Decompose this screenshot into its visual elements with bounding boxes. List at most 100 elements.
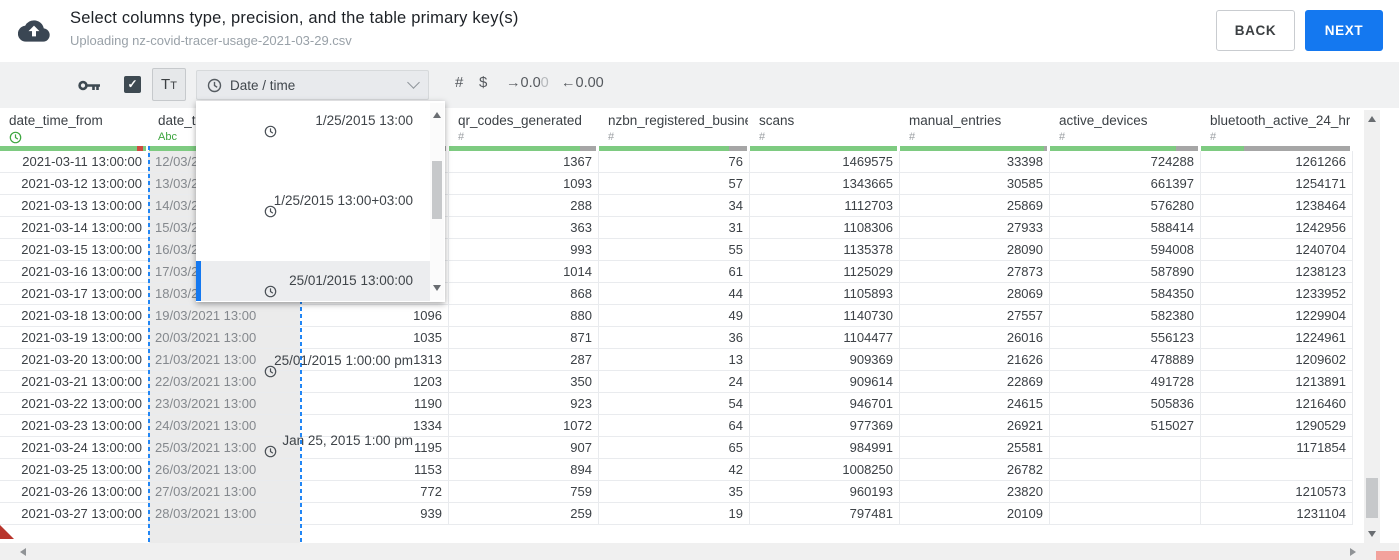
table-cell: 49 [599, 305, 750, 327]
scroll-down-icon[interactable] [433, 285, 441, 291]
increase-precision-button[interactable]: ←0.00 [561, 75, 604, 91]
primary-key-icon[interactable] [78, 79, 101, 92]
table-cell: 2021-03-24 13:00:00 [0, 437, 149, 459]
table-cell: 2021-03-26 13:00:00 [0, 481, 149, 503]
number-type-glyph: # [458, 131, 465, 143]
table-cell: 491728 [1050, 371, 1201, 393]
table-cell: 1112703 [750, 195, 900, 217]
table-cell: 55 [599, 239, 750, 261]
number-type-button[interactable]: # [455, 74, 463, 91]
column-type-select[interactable]: Date / time [196, 70, 429, 100]
text-type-button[interactable]: TT [152, 68, 186, 101]
table-cell: 363 [449, 217, 599, 239]
column-header-nzbn_registered_busine[interactable]: nzbn_registered_busine # [599, 108, 750, 146]
table-cell: 1216460 [1201, 393, 1353, 415]
table-cell: 2021-03-18 13:00:00 [0, 305, 149, 327]
table-cell: 909369 [750, 349, 900, 371]
table-cell: 24615 [900, 393, 1050, 415]
table-cell: 23820 [900, 481, 1050, 503]
table-cell: 26016 [900, 327, 1050, 349]
column-header-manual_entries[interactable]: manual_entries # [900, 108, 1050, 146]
format-option[interactable]: 1/25/2015 13:00+03:00 [196, 181, 430, 221]
column-header-scans[interactable]: scans # [750, 108, 900, 146]
column-header-qr_codes_generated[interactable]: qr_codes_generated # [449, 108, 599, 146]
table-cell: 1261266 [1201, 151, 1353, 173]
table-cell: 1096 [300, 305, 449, 327]
table-cell: 2021-03-27 13:00:00 [0, 503, 149, 525]
upload-status-subtitle: Uploading nz-covid-tracer-usage-2021-03-… [70, 33, 352, 48]
decrease-precision-button[interactable]: →0.00 [506, 75, 549, 91]
horizontal-scrollbar[interactable] [0, 543, 1399, 560]
table-cell: 505836 [1050, 393, 1201, 415]
clock-icon [207, 78, 222, 92]
table-cell: 2021-03-23 13:00:00 [0, 415, 149, 437]
column-name: qr_codes_generated [458, 113, 582, 128]
format-option[interactable]: 1/25/2015 13:00 [196, 101, 430, 141]
table-cell: 1240704 [1201, 239, 1353, 261]
table-cell: 1093 [449, 173, 599, 195]
number-type-glyph: # [759, 131, 766, 143]
table-cell: 582380 [1050, 305, 1201, 327]
column-header-bluetooth_active_24_hr_[interactable]: bluetooth_active_24_hr_ # [1201, 108, 1353, 146]
table-cell: 28/03/2021 13:00 [149, 503, 300, 525]
table-cell: 868 [449, 283, 599, 305]
format-option-label: 25/01/2015 1:00:00 pm [274, 353, 413, 368]
column-header-active_devices[interactable]: active_devices # [1050, 108, 1201, 146]
table-cell: 1209602 [1201, 349, 1353, 371]
column-header-date_time_from[interactable]: date_time_from [0, 108, 149, 146]
vertical-scrollbar[interactable] [1364, 110, 1380, 543]
column-name: scans [759, 113, 795, 128]
format-option-label: 1/25/2015 13:00 [315, 113, 413, 128]
scroll-up-icon[interactable] [1368, 116, 1376, 122]
table-cell [1050, 503, 1201, 525]
table-cell: 27873 [900, 261, 1050, 283]
arrow-left-icon: ← [561, 75, 576, 91]
table-cell: 946701 [750, 393, 900, 415]
next-button[interactable]: NEXT [1305, 10, 1383, 51]
table-row: 2021-03-18 13:00:00 19/03/2021 13:00 1096 8… [0, 305, 1353, 327]
table-cell: 1254171 [1201, 173, 1353, 195]
table-cell: 1140730 [750, 305, 900, 327]
format-option[interactable]: 25/01/2015 13:00:00 [196, 261, 430, 301]
column-name: active_devices [1059, 113, 1148, 128]
table-cell: 923 [449, 393, 599, 415]
table-cell: 1135378 [750, 239, 900, 261]
scroll-right-icon[interactable] [1350, 548, 1356, 556]
back-button[interactable]: BACK [1216, 10, 1295, 51]
table-cell: 1229904 [1201, 305, 1353, 327]
table-cell: 288 [449, 195, 599, 217]
scroll-up-icon[interactable] [433, 112, 441, 118]
table-cell: 939 [300, 503, 449, 525]
page-title: Select columns type, precision, and the … [70, 9, 519, 27]
table-cell: 515027 [1050, 415, 1201, 437]
vertical-scrollbar-thumb[interactable] [1366, 478, 1378, 518]
table-cell [1050, 437, 1201, 459]
table-cell: 977369 [750, 415, 900, 437]
table-row: 2021-03-22 13:00:00 23/03/2021 13:00 1190 9… [0, 393, 1353, 415]
table-cell: 33398 [900, 151, 1050, 173]
table-cell: 2021-03-12 13:00:00 [0, 173, 149, 195]
include-column-checkbox[interactable]: ✓ [124, 76, 141, 93]
table-cell: 28069 [900, 283, 1050, 305]
scroll-down-icon[interactable] [1368, 531, 1376, 537]
table-cell: 1072 [449, 415, 599, 437]
table-cell: 880 [449, 305, 599, 327]
scroll-left-icon[interactable] [20, 548, 26, 556]
table-cell: 13 [599, 349, 750, 371]
table-cell: 1231104 [1201, 503, 1353, 525]
table-cell: 54 [599, 393, 750, 415]
format-option[interactable]: 25/01/2015 1:00:00 pm [196, 341, 430, 381]
table-cell: 772 [300, 481, 449, 503]
header-titles: Select columns type, precision, and the … [70, 9, 519, 48]
dropdown-scrollbar-thumb[interactable] [432, 161, 442, 219]
table-cell: 36 [599, 327, 750, 349]
table-cell: 1190 [300, 393, 449, 415]
currency-type-button[interactable]: $ [479, 74, 487, 91]
table-cell: 19 [599, 503, 750, 525]
dropdown-scrollbar[interactable] [430, 103, 444, 300]
table-cell: 30585 [900, 173, 1050, 195]
format-option[interactable]: Jan 25, 2015 1:00 pm [196, 421, 430, 461]
table-cell: 21626 [900, 349, 1050, 371]
table-cell: 64 [599, 415, 750, 437]
table-row: 2021-03-25 13:00:00 26/03/2021 13:00 1153 8… [0, 459, 1353, 481]
